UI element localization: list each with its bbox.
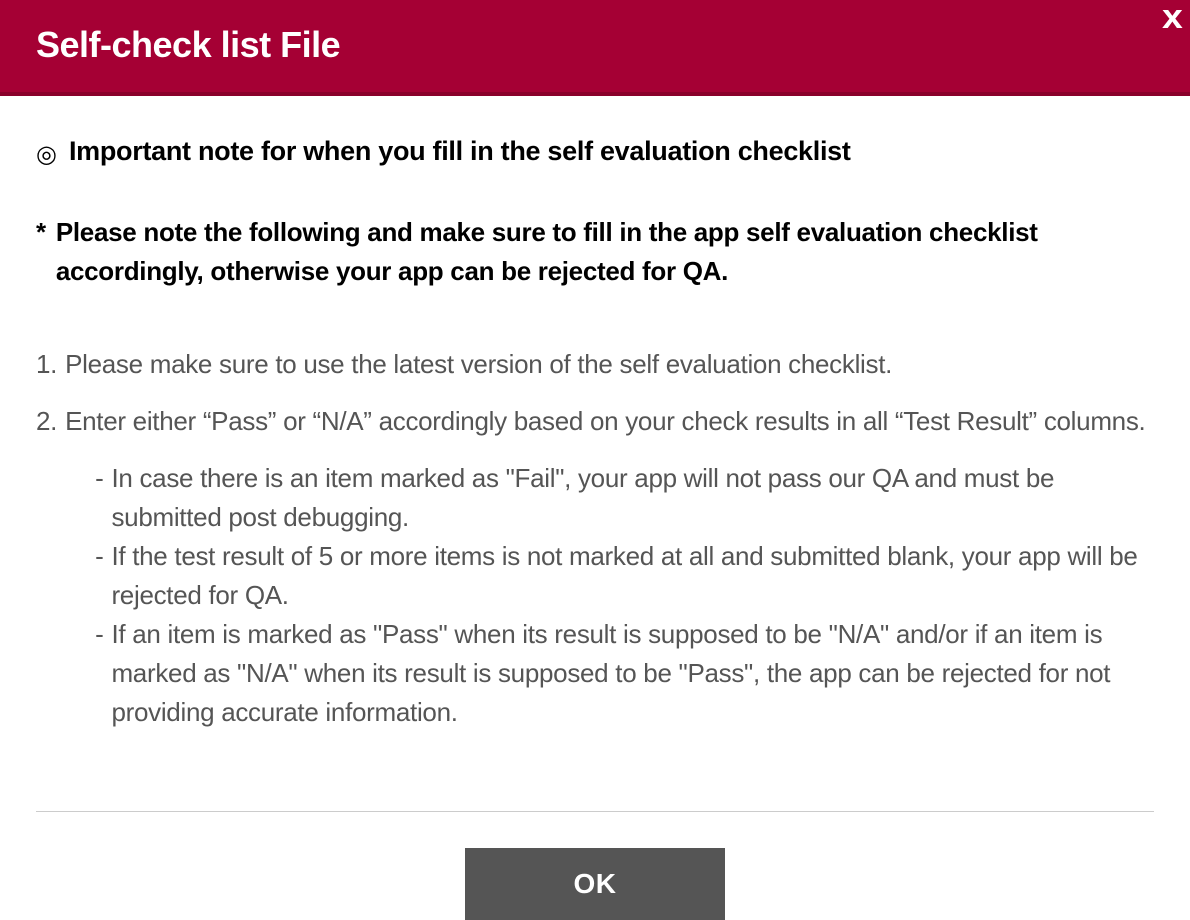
item-text: Enter either “Pass” or “N/A” accordingly… — [65, 406, 1145, 436]
sub-item-text: If the test result of 5 or more items is… — [111, 537, 1154, 615]
ok-button[interactable]: OK — [465, 848, 725, 920]
item-number: 2. — [36, 402, 57, 732]
asterisk-icon: * — [36, 213, 46, 291]
note-heading: Important note for when you fill in the … — [69, 136, 851, 167]
sub-item: - If the test result of 5 or more items … — [95, 537, 1154, 615]
dialog-content: ◎ Important note for when you fill in th… — [0, 96, 1190, 775]
self-check-dialog: Self-check list File x ◎ Important note … — [0, 0, 1190, 920]
note-heading-row: ◎ Important note for when you fill in th… — [36, 136, 1154, 167]
item-text: Please make sure to use the latest versi… — [65, 345, 1154, 384]
dialog-footer: OK — [0, 812, 1190, 920]
item-text-wrap: Enter either “Pass” or “N/A” accordingly… — [65, 402, 1154, 732]
dash-icon: - — [95, 615, 103, 732]
sub-item-text: In case there is an item marked as "Fail… — [111, 459, 1154, 537]
dialog-title: Self-check list File — [36, 24, 1154, 66]
dash-icon: - — [95, 537, 103, 615]
sub-item-text: If an item is marked as "Pass" when its … — [111, 615, 1154, 732]
close-icon[interactable]: x — [1162, 0, 1183, 34]
sub-item: - If an item is marked as "Pass" when it… — [95, 615, 1154, 732]
list-item: 2. Enter either “Pass” or “N/A” accordin… — [36, 402, 1154, 732]
sub-item-list: - In case there is an item marked as "Fa… — [65, 459, 1154, 732]
warning-block: * Please note the following and make sur… — [36, 213, 1154, 291]
bullseye-icon: ◎ — [36, 143, 57, 167]
checklist-items: 1. Please make sure to use the latest ve… — [36, 345, 1154, 732]
list-item: 1. Please make sure to use the latest ve… — [36, 345, 1154, 384]
item-number: 1. — [36, 345, 57, 384]
warning-text: Please note the following and make sure … — [56, 213, 1154, 291]
sub-item: - In case there is an item marked as "Fa… — [95, 459, 1154, 537]
dash-icon: - — [95, 459, 103, 537]
dialog-header: Self-check list File x — [0, 0, 1190, 96]
